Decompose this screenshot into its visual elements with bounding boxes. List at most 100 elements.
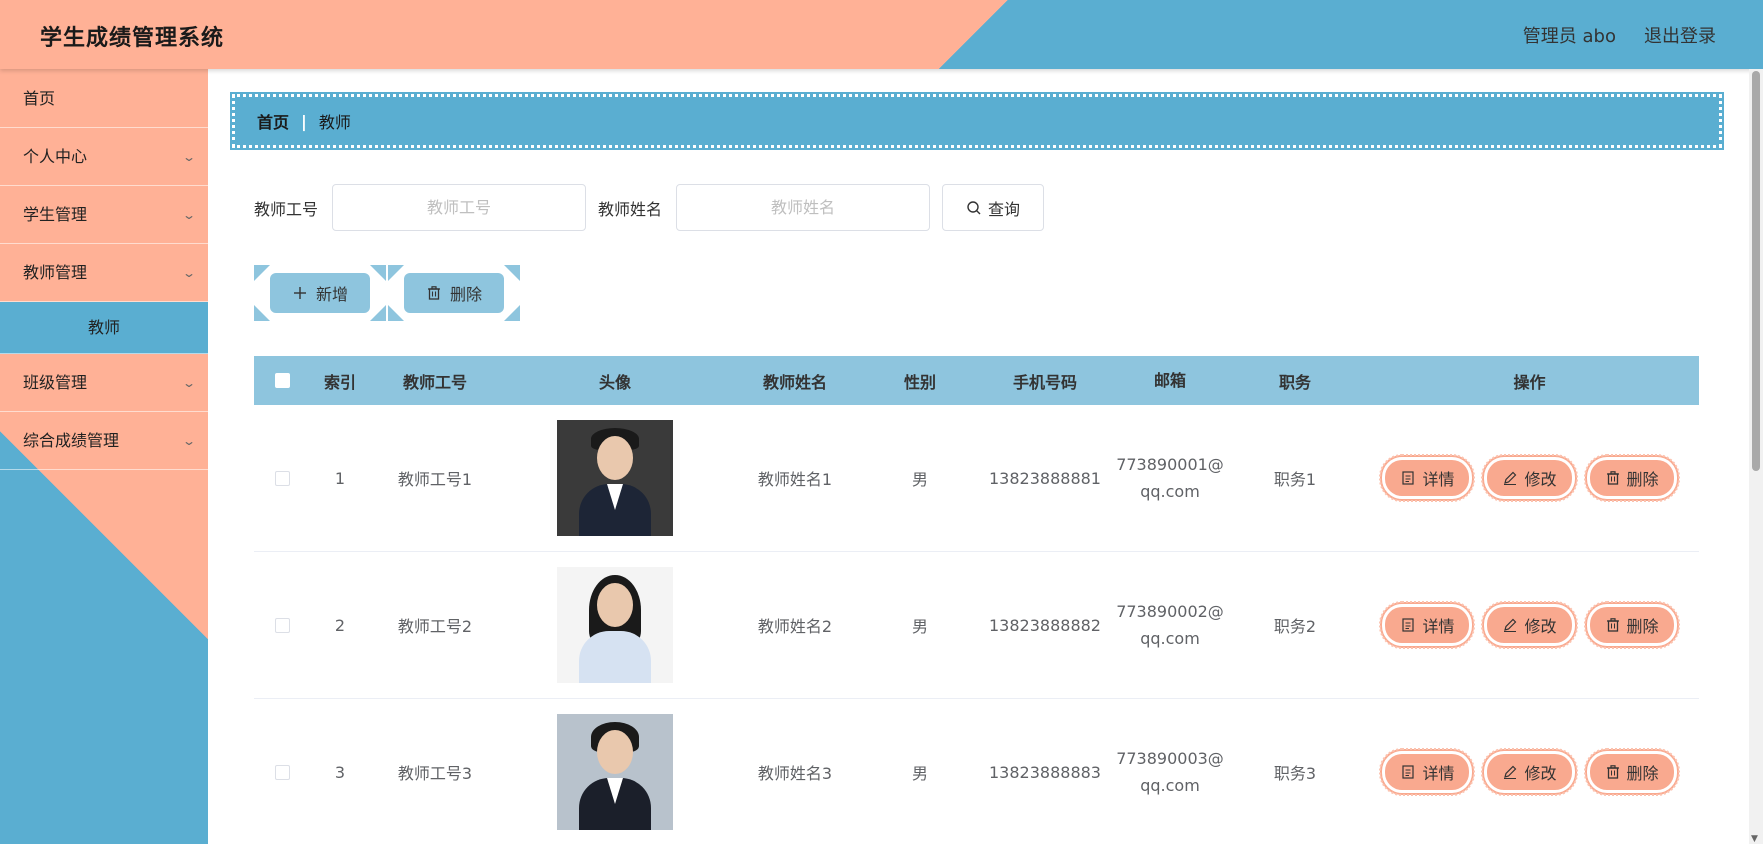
teacher-name-input[interactable]: 教师姓名 (676, 184, 931, 231)
app-title: 学生成绩管理系统 (40, 26, 225, 51)
row-job: 职务2 (1273, 617, 1317, 636)
teacher-avatar (557, 420, 673, 536)
document-icon (1402, 618, 1415, 632)
header-user-area: 管理员 abo 退出登录 (1523, 22, 1716, 48)
avatar-body (579, 631, 651, 683)
batch-delete-button[interactable]: 删除 (388, 265, 520, 321)
row-email-line1: 773890003@ (1116, 749, 1224, 768)
teacher-avatar (557, 714, 673, 830)
column-header-index: 索引 (323, 372, 356, 392)
query-button[interactable]: 查询 (942, 184, 1045, 231)
row-teacher-name: 教师姓名3 (757, 764, 833, 783)
plus-icon (293, 287, 306, 299)
row-sex: 男 (911, 617, 928, 636)
row-index: 3 (334, 762, 346, 782)
add-button[interactable]: 新增 (254, 265, 386, 321)
row-teacher-name: 教师姓名1 (757, 470, 833, 489)
row-operations: 详情 修改 删除 (1360, 601, 1699, 649)
select-all-cell (254, 373, 310, 388)
table-header: 索引 教师工号 头像 教师姓名 性别 手机号码 邮箱 职务 操作 (254, 356, 1699, 405)
row-email-line2: qq.com (1140, 482, 1200, 501)
column-header-teacher-no: 教师工号 (402, 372, 467, 392)
row-email: 773890002@ qq.com (1110, 598, 1230, 652)
row-job: 职务1 (1273, 470, 1317, 489)
row-teacher-no: 教师工号2 (397, 617, 473, 636)
search-form: 教师工号 教师工号 教师姓名 教师姓名 查询 (254, 184, 1045, 231)
sidebar-item-student-management[interactable]: 学生管理 ⌄ (0, 186, 208, 244)
row-email: 773890001@ qq.com (1110, 451, 1230, 505)
document-icon (1402, 471, 1415, 485)
teacher-table: 索引 教师工号 头像 教师姓名 性别 手机号码 邮箱 职务 操作 1 教师工号1… (254, 356, 1699, 844)
teacher-no-input[interactable]: 教师工号 (332, 184, 587, 231)
breadcrumb-home[interactable]: 首页 (257, 109, 289, 133)
scroll-down-arrow-icon[interactable]: ▼ (1751, 834, 1758, 844)
trash-icon (1606, 765, 1619, 779)
user-name[interactable]: 管理员 abo (1523, 22, 1616, 48)
corner-decoration (370, 265, 386, 281)
scrollbar-thumb[interactable] (1752, 71, 1760, 471)
avatar-head (597, 583, 633, 627)
detail-button-label: 详情 (1422, 470, 1455, 489)
sidebar-item-personal-center[interactable]: 个人中心 ⌄ (0, 128, 208, 186)
chevron-down-icon: ⌄ (181, 150, 197, 164)
top-header: 学生成绩管理系统 管理员 abo 退出登录 (0, 0, 1763, 69)
sidebar-item-home[interactable]: 首页 (0, 69, 208, 128)
row-email-line1: 773890002@ (1116, 602, 1224, 621)
sidebar-item-class-management[interactable]: 班级管理 ⌄ (0, 354, 208, 412)
sidebar-item-teacher-management[interactable]: 教师管理 ⌄ (0, 244, 208, 302)
vertical-scrollbar[interactable]: ▼ (1749, 69, 1763, 844)
delete-button-label: 删除 (1626, 470, 1659, 489)
delete-button[interactable]: 删除 (1583, 748, 1680, 796)
row-email-line1: 773890001@ (1116, 455, 1224, 474)
delete-button-label: 删除 (1626, 764, 1659, 783)
select-all-checkbox[interactable] (274, 373, 290, 388)
row-teacher-no: 教师工号1 (397, 470, 473, 489)
row-checkbox[interactable] (274, 764, 290, 780)
breadcrumb-separator: | (301, 111, 307, 131)
breadcrumb: 首页 | 教师 (230, 92, 1724, 150)
row-checkbox[interactable] (274, 470, 290, 486)
sidebar-item-label: 首页 (23, 89, 56, 108)
logout-link[interactable]: 退出登录 (1644, 22, 1716, 48)
sidebar-item-label: 学生管理 (23, 205, 88, 224)
row-sex: 男 (911, 764, 928, 783)
column-header-teacher-name: 教师姓名 (762, 372, 827, 392)
row-select-cell (254, 617, 310, 633)
corner-decoration (254, 265, 270, 281)
sidebar-item-label: 教师 (87, 318, 120, 337)
delete-button[interactable]: 删除 (1583, 454, 1680, 502)
trash-icon (427, 286, 440, 300)
teacher-no-label: 教师工号 (254, 199, 319, 219)
pencil-icon (1504, 765, 1517, 779)
delete-button[interactable]: 删除 (1583, 601, 1680, 649)
detail-button[interactable]: 详情 (1379, 601, 1476, 649)
sidebar-item-label: 教师管理 (23, 263, 88, 282)
edit-button-label: 修改 (1524, 470, 1557, 489)
edit-button-label: 修改 (1524, 617, 1557, 636)
table-row: 3 教师工号3 教师姓名3 男 13823888883 773890003@ q… (254, 699, 1699, 844)
trash-icon (1606, 471, 1619, 485)
trash-icon (1606, 618, 1619, 632)
pencil-icon (1504, 471, 1517, 485)
detail-button-label: 详情 (1422, 617, 1455, 636)
edit-button[interactable]: 修改 (1481, 454, 1578, 502)
edit-button[interactable]: 修改 (1481, 748, 1578, 796)
sidebar-item-score-management[interactable]: 综合成绩管理 ⌄ (0, 412, 208, 470)
row-phone: 13823888883 (989, 762, 1101, 782)
row-phone: 13823888882 (989, 615, 1101, 635)
edit-button[interactable]: 修改 (1481, 601, 1578, 649)
chevron-down-icon: ⌄ (181, 266, 197, 280)
detail-button[interactable]: 详情 (1379, 748, 1476, 796)
row-avatar-cell (500, 567, 730, 683)
row-avatar-cell (500, 420, 730, 536)
row-avatar-cell (500, 714, 730, 830)
row-email: 773890003@ qq.com (1110, 745, 1230, 799)
chevron-down-icon: ⌄ (181, 376, 197, 390)
row-checkbox[interactable] (274, 617, 290, 633)
document-icon (1402, 765, 1415, 779)
sidebar-subitem-teacher[interactable]: 教师 (0, 302, 208, 354)
row-index: 1 (334, 468, 346, 488)
query-button-label: 查询 (988, 199, 1021, 219)
corner-decoration (370, 305, 386, 321)
detail-button[interactable]: 详情 (1379, 454, 1476, 502)
